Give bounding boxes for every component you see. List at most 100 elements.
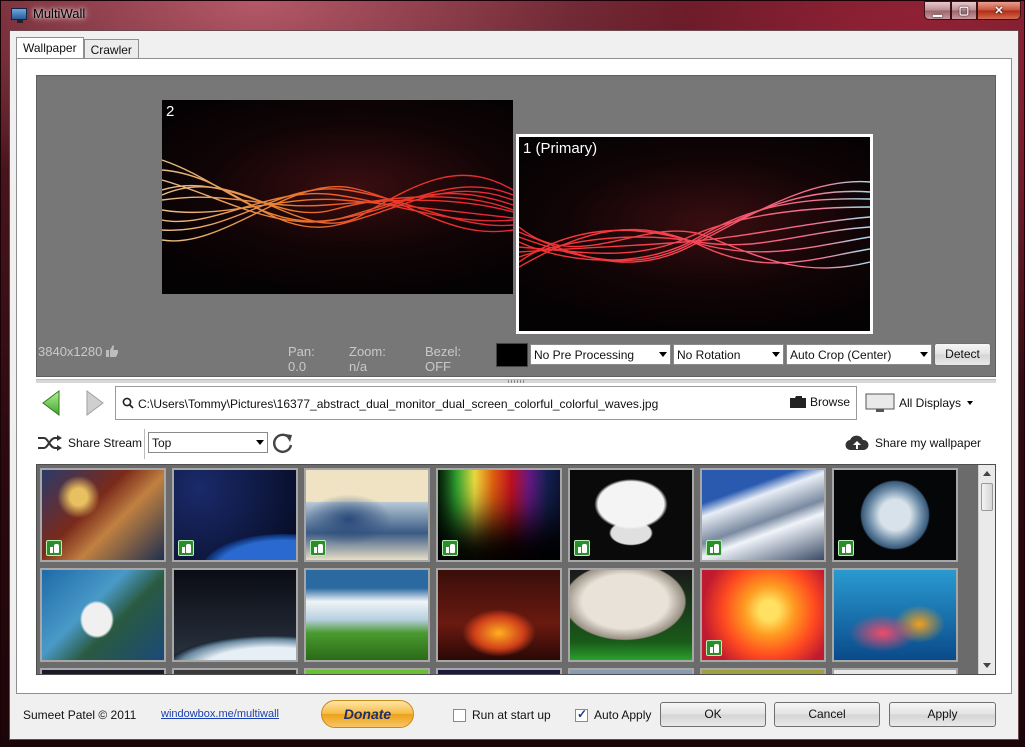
- gallery-tile[interactable]: [436, 468, 562, 562]
- gallery-tile[interactable]: [700, 568, 826, 662]
- scroll-down-icon[interactable]: [983, 663, 991, 668]
- checkbox-box[interactable]: [453, 708, 466, 722]
- monitor-icon: [11, 8, 27, 23]
- dropdown-arrow-icon: [256, 440, 264, 445]
- display-select[interactable]: All Displays: [865, 393, 974, 413]
- share-my-wallpaper-button[interactable]: Share my wallpaper: [845, 435, 981, 451]
- thumbs-up-icon[interactable]: [442, 540, 458, 556]
- zoom-readout: Zoom: n/a: [349, 344, 386, 374]
- gallery-tile[interactable]: [436, 668, 562, 674]
- checkbox-box[interactable]: [575, 707, 588, 722]
- next-arrow-icon[interactable]: [85, 390, 105, 416]
- gallery-tile[interactable]: [304, 668, 430, 674]
- author-credit: Sumeet Patel © 2011: [23, 708, 137, 722]
- monitor-2-preview[interactable]: 2: [162, 100, 513, 294]
- thumbs-up-icon[interactable]: [706, 640, 722, 656]
- scroll-up-icon[interactable]: [983, 471, 991, 476]
- search-icon: [122, 397, 134, 409]
- previous-arrow-icon[interactable]: [41, 390, 61, 416]
- crop-value: Auto Crop (Center): [790, 348, 892, 362]
- browse-label: Browse: [809, 395, 850, 409]
- pre-processing-select[interactable]: No Pre Processing: [530, 344, 671, 365]
- share-my-wallpaper-label: Share my wallpaper: [875, 436, 982, 450]
- window-title: MultiWall: [33, 6, 86, 21]
- gallery-tile[interactable]: [568, 468, 694, 562]
- gallery-tile[interactable]: [172, 568, 298, 662]
- thumbs-up-icon[interactable]: [310, 540, 326, 556]
- detect-button[interactable]: Detect: [934, 343, 991, 366]
- path-field[interactable]: C:\Users\Tommy\Pictures\16377_abstract_d…: [115, 386, 857, 420]
- auto-apply-checkbox[interactable]: Auto Apply: [575, 707, 652, 722]
- bezel-color-swatch[interactable]: [496, 343, 528, 367]
- browse-button[interactable]: Browse: [789, 395, 850, 409]
- maximize-icon: ▢: [958, 5, 970, 17]
- path-text: C:\Users\Tommy\Pictures\16377_abstract_d…: [138, 397, 659, 411]
- thumbs-up-icon[interactable]: [838, 540, 854, 556]
- gallery-tile[interactable]: [832, 468, 958, 562]
- gallery-tile[interactable]: [700, 468, 826, 562]
- sort-select[interactable]: Top: [148, 432, 268, 453]
- monitor-1-label: 1 (Primary): [523, 140, 598, 157]
- tab-wallpaper[interactable]: Wallpaper: [16, 37, 84, 58]
- gallery-tile[interactable]: [172, 468, 298, 562]
- rotation-select[interactable]: No Rotation: [673, 344, 784, 365]
- gallery-tile[interactable]: [304, 468, 430, 562]
- gallery-tile[interactable]: [40, 468, 166, 562]
- gallery-scrollbar[interactable]: [978, 465, 995, 674]
- donate-button[interactable]: Donate: [321, 700, 414, 728]
- tab-crawler[interactable]: Crawler: [83, 39, 139, 58]
- dropdown-arrow-icon: [772, 352, 780, 357]
- monitor-icon: [865, 393, 895, 412]
- gallery-tile[interactable]: [304, 568, 430, 662]
- folder-icon: [789, 396, 806, 408]
- monitor-1-preview[interactable]: 1 (Primary): [516, 134, 873, 334]
- crop-select[interactable]: Auto Crop (Center): [786, 344, 932, 365]
- cancel-button[interactable]: Cancel: [774, 702, 880, 727]
- display-preview[interactable]: 2 1 (Primary) 3840x1280 Pan: 0.0 Zoom: n…: [36, 75, 996, 377]
- pan-readout: Pan: 0.0: [288, 344, 315, 374]
- auto-apply-label: Auto Apply: [594, 708, 652, 722]
- wallpaper-gallery: [36, 464, 996, 675]
- refresh-icon[interactable]: [271, 431, 295, 455]
- gallery-tile[interactable]: [568, 568, 694, 662]
- display-select-label: All Displays: [899, 396, 962, 410]
- waves-artwork: [519, 180, 870, 269]
- gallery-tile[interactable]: [832, 668, 958, 674]
- share-stream-button[interactable]: Share Stream: [38, 435, 142, 451]
- tab-strip: Wallpaper Crawler: [16, 37, 139, 58]
- gallery-tile[interactable]: [40, 568, 166, 662]
- client-area: Wallpaper Crawler 2 1 (Primary) 3840x128…: [9, 30, 1019, 740]
- close-button[interactable]: ✕: [977, 1, 1021, 20]
- splitter-handle[interactable]: [36, 379, 996, 383]
- sort-value: Top: [152, 436, 172, 450]
- resolution-readout: 3840x1280: [38, 344, 119, 359]
- title-bar[interactable]: MultiWall ▁ ▢ ✕: [1, 1, 1025, 29]
- gallery-tile[interactable]: [568, 668, 694, 674]
- cloud-upload-icon: [845, 435, 869, 451]
- thumbs-up-icon[interactable]: [106, 345, 119, 358]
- ok-button[interactable]: OK: [660, 702, 766, 727]
- rotation-value: No Rotation: [677, 348, 741, 362]
- website-link[interactable]: windowbox.me/multiwall: [161, 708, 279, 720]
- apply-button[interactable]: Apply: [889, 702, 996, 727]
- close-icon: ✕: [994, 5, 1004, 17]
- gallery-tile[interactable]: [700, 668, 826, 674]
- monitor-2-label: 2: [166, 103, 175, 120]
- run-at-startup-checkbox[interactable]: Run at start up: [453, 708, 551, 722]
- gallery-tile[interactable]: [832, 568, 958, 662]
- scroll-thumb[interactable]: [981, 483, 993, 511]
- thumbs-up-icon[interactable]: [46, 540, 62, 556]
- gallery-tile[interactable]: [172, 668, 298, 674]
- dropdown-arrow-icon: [920, 352, 928, 357]
- chevron-down-icon: [967, 401, 974, 405]
- resolution-text: 3840x1280: [38, 344, 103, 359]
- gallery-tile[interactable]: [436, 568, 562, 662]
- thumbs-up-icon[interactable]: [178, 540, 194, 556]
- bezel-readout[interactable]: Bezel: OFF: [425, 344, 461, 374]
- thumbs-up-icon[interactable]: [706, 540, 722, 556]
- gallery-tile[interactable]: [40, 668, 166, 674]
- divider: [144, 429, 145, 459]
- thumbs-up-icon[interactable]: [574, 540, 590, 556]
- minimize-button[interactable]: ▁: [924, 1, 951, 20]
- maximize-button[interactable]: ▢: [951, 1, 977, 20]
